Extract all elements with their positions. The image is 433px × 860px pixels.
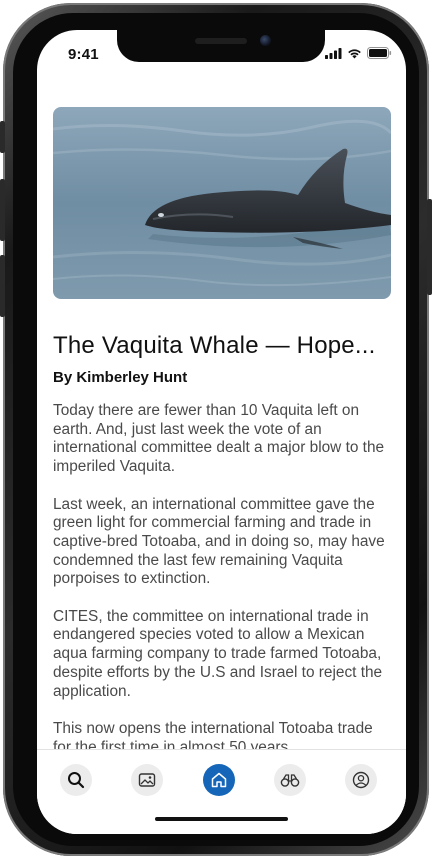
mute-switch <box>0 121 5 153</box>
front-camera <box>260 35 271 46</box>
tab-home[interactable] <box>203 764 235 796</box>
tab-gallery[interactable] <box>131 764 163 796</box>
vaquita-photo <box>53 107 391 299</box>
gallery-icon <box>138 773 156 787</box>
speaker-grille <box>195 38 247 44</box>
article-paragraph: Last week, an international committee ga… <box>53 495 385 588</box>
volume-down-button <box>0 255 5 317</box>
phone-frame: 9:41 The Vaquita Whale — Hope... By Kimb… <box>0 3 432 856</box>
screen: 9:41 The Vaquita Whale — Hope... By Kimb… <box>37 30 406 834</box>
article-author: By Kimberley Hunt <box>53 369 188 386</box>
tab-search[interactable] <box>60 764 92 796</box>
wifi-icon <box>348 48 361 58</box>
article-body: Today there are fewer than 10 Vaquita le… <box>53 402 393 749</box>
volume-up-button <box>0 179 5 241</box>
article-paragraph: Today there are fewer than 10 Vaquita le… <box>53 402 385 476</box>
battery-icon <box>367 47 392 59</box>
notch <box>117 30 325 62</box>
search-icon <box>68 772 85 789</box>
binoculars-icon <box>280 774 300 787</box>
tab-explore[interactable] <box>274 764 306 796</box>
bottom-tab-bar <box>37 749 406 834</box>
status-icons <box>325 47 392 59</box>
article-paragraph: CITES, the committee on international tr… <box>53 607 383 700</box>
tab-profile[interactable] <box>345 764 377 796</box>
power-button <box>427 199 432 295</box>
cellular-signal-icon <box>325 47 342 59</box>
article-paragraph: This now opens the international Totoaba… <box>53 719 373 749</box>
home-icon <box>211 772 227 788</box>
article-hero-image <box>53 107 391 299</box>
home-indicator[interactable] <box>155 817 288 821</box>
profile-icon <box>352 771 370 789</box>
status-time: 9:41 <box>68 46 99 63</box>
article-title: The Vaquita Whale — Hope... <box>53 332 376 359</box>
